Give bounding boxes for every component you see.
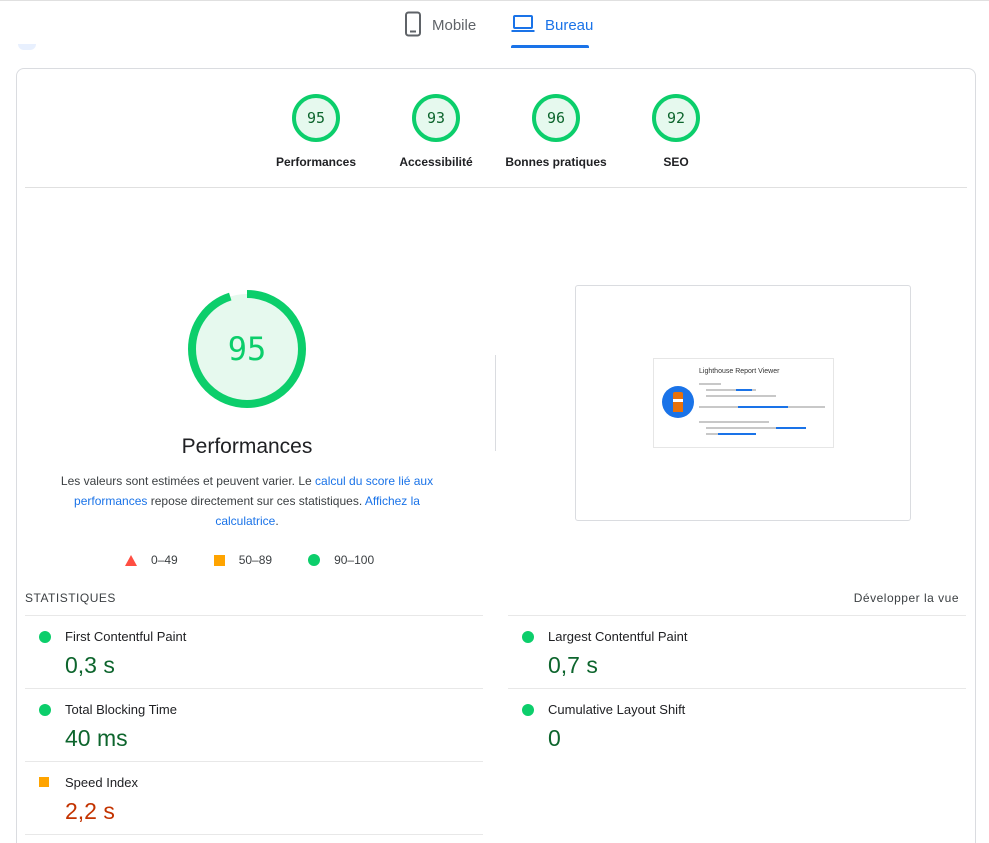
gauge-label: Bonnes pratiques (505, 155, 607, 169)
active-tab-indicator (511, 45, 589, 48)
gauge-score: 96 (546, 109, 566, 127)
screenshot-page: Lighthouse Report Viewer (653, 358, 834, 448)
gauge-score: 93 (426, 109, 446, 127)
gauge-label: Performances (275, 155, 357, 169)
category-gauges: 95 Performances 93 Accessibilité 96 Bonn… (17, 69, 975, 187)
triangle-icon (125, 554, 137, 566)
pass-circle-icon (522, 631, 534, 643)
pass-circle-icon (39, 631, 51, 643)
metric-cls: Cumulative Layout Shift 0 (508, 688, 966, 761)
gauge-label: SEO (663, 155, 689, 169)
gauge-score: 95 (306, 109, 326, 127)
laptop-icon (511, 11, 535, 37)
metric-name: First Contentful Paint (65, 629, 187, 644)
legend-range: 50–89 (238, 553, 273, 567)
performance-score: 95 (227, 330, 267, 368)
gauge-seo[interactable]: 92 SEO (621, 93, 731, 169)
performance-title: Performances (181, 435, 313, 458)
metric-value: 0,3 s (65, 652, 115, 678)
gauge-accessibility[interactable]: 93 Accessibilité (381, 93, 491, 169)
metric-name: Total Blocking Time (65, 702, 177, 717)
device-tabs: Mobile Bureau (0, 0, 989, 48)
metric-divider (25, 834, 483, 835)
average-square-icon (39, 777, 49, 787)
tab-mobile[interactable]: Mobile (404, 11, 476, 49)
gauge-label: Accessibilité (399, 155, 473, 169)
smartphone-icon (404, 11, 422, 37)
performance-gauge: 95 (187, 289, 307, 409)
screenshot-title: Lighthouse Report Viewer (699, 368, 780, 375)
gauge-best-practices[interactable]: 96 Bonnes pratiques (501, 93, 611, 169)
pass-circle-icon (39, 704, 51, 716)
partial-gauge-decoration (18, 44, 36, 50)
desc-text: Les valeurs sont estimées et peuvent var… (60, 474, 316, 488)
vertical-divider (495, 355, 496, 451)
metric-value: 2,2 s (65, 798, 115, 824)
final-screenshot[interactable]: Lighthouse Report Viewer (575, 285, 911, 521)
performance-description: Les valeurs sont estimées et peuvent var… (57, 471, 437, 531)
gauge-circle: 96 (531, 93, 581, 143)
expand-view-button[interactable]: Développer la vue (854, 591, 959, 605)
stats-heading: STATISTIQUES (25, 591, 116, 605)
tab-desktop[interactable]: Bureau (511, 11, 593, 49)
legend-average: 50–89 (213, 553, 273, 567)
legend-range: 0–49 (151, 553, 178, 567)
gauge-circle: 95 (291, 93, 341, 143)
gauge-circle: 93 (411, 93, 461, 143)
lighthouse-logo-icon (662, 386, 694, 418)
legend-pass: 90–100 (308, 553, 374, 567)
square-icon (213, 554, 225, 566)
metric-value: 0 (548, 725, 561, 751)
pass-circle-icon (522, 704, 534, 716)
report-card: 95 Performances 93 Accessibilité 96 Bonn… (16, 68, 976, 843)
metric-value: 40 ms (65, 725, 128, 751)
desc-text: . (275, 514, 279, 528)
metric-name: Largest Contentful Paint (548, 629, 688, 644)
tab-desktop-label: Bureau (545, 17, 594, 34)
score-legend: 0–49 50–89 90–100 (125, 551, 410, 569)
section-divider (25, 187, 967, 188)
metric-speed-index: Speed Index 2,2 s (25, 761, 483, 834)
metric-name: Cumulative Layout Shift (548, 702, 686, 717)
metric-lcp: Largest Contentful Paint 0,7 s (508, 615, 966, 688)
legend-fail: 0–49 (125, 553, 178, 567)
gauge-score: 92 (666, 109, 686, 127)
circle-icon (308, 554, 321, 566)
gauge-performance[interactable]: 95 Performances (261, 93, 371, 169)
metric-tbt: Total Blocking Time 40 ms (25, 688, 483, 761)
metric-value: 0,7 s (548, 652, 598, 678)
gauge-circle: 92 (651, 93, 701, 143)
metric-fcp: First Contentful Paint 0,3 s (25, 615, 483, 688)
legend-range: 90–100 (334, 553, 375, 567)
tab-mobile-label: Mobile (432, 17, 477, 34)
metric-name: Speed Index (65, 775, 139, 790)
desc-text: repose directement sur ces statistiques. (147, 494, 365, 508)
